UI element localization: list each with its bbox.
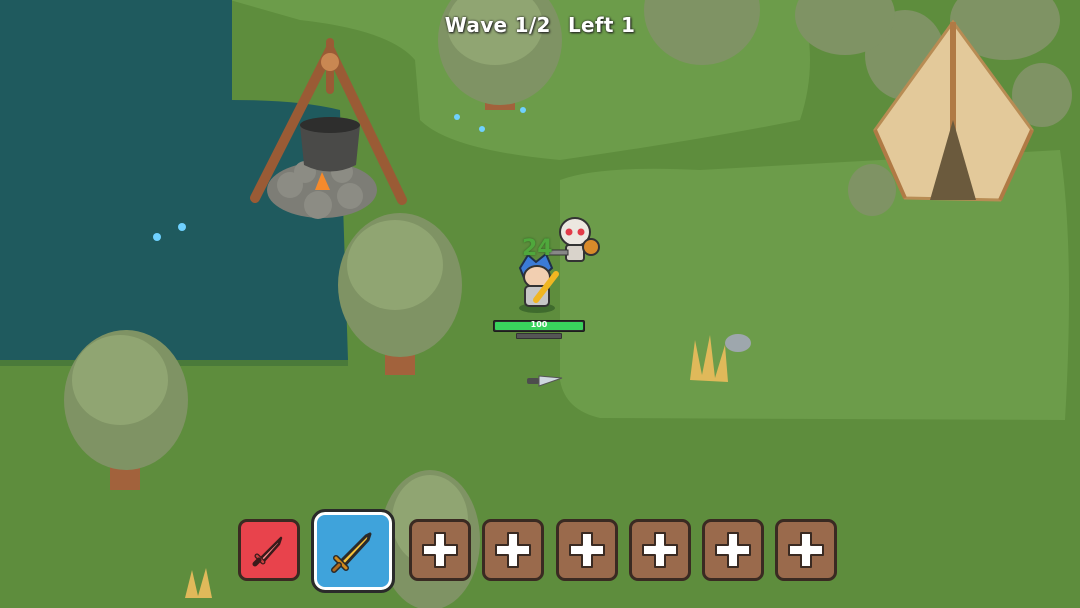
plus-icon <box>639 529 681 571</box>
plus-icon <box>492 529 534 571</box>
hotbar-slot-empty[interactable] <box>702 519 764 581</box>
plus-icon <box>785 529 827 571</box>
wave-counter: Wave 1/2 Left 1 <box>0 13 1080 37</box>
hotbar-slot-empty[interactable] <box>482 519 544 581</box>
hotbar-slot-empty[interactable] <box>775 519 837 581</box>
game-scene: Wave 1/2 Left 1 24 100 <box>0 0 1080 608</box>
hotbar-slot-empty[interactable] <box>629 519 691 581</box>
hotbar-slot-empty[interactable] <box>409 519 471 581</box>
player-xp-bar <box>516 333 562 339</box>
plus-icon <box>712 529 754 571</box>
wave-label: Wave 1/2 <box>444 13 551 37</box>
damage-popup: 24 <box>522 236 553 261</box>
enemies-left-label: Left 1 <box>567 13 636 37</box>
player-health-text: 100 <box>530 320 548 329</box>
plus-icon <box>566 529 608 571</box>
world-map <box>0 0 1080 608</box>
golden-sword-icon <box>326 524 380 578</box>
rock <box>725 334 751 352</box>
hotbar-slot-weapon[interactable] <box>311 509 395 593</box>
player-health-bar: 100 <box>493 320 585 332</box>
hotbar-slot-weapon[interactable] <box>238 519 300 581</box>
red-sword-icon <box>249 530 289 570</box>
plus-icon <box>419 529 461 571</box>
hotbar-slot-empty[interactable] <box>556 519 618 581</box>
